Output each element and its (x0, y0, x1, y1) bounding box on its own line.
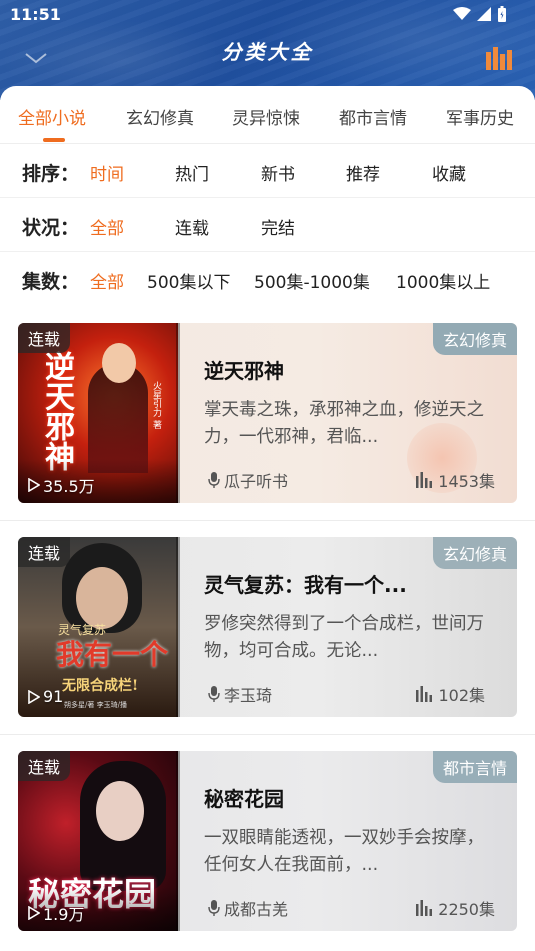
episodes-icon (416, 900, 433, 916)
tab-fantasy[interactable]: 玄幻修真 (126, 104, 194, 129)
book-description: 掌天毒之珠，承邪神之血，修逆天之力，一代邪神，君临... (204, 400, 484, 447)
cover-author: 朔多星/著 李玉琦/播 (64, 701, 127, 709)
cover-subtitle: 无限合成栏! (62, 678, 139, 694)
page-title: 分类大全 (221, 40, 314, 64)
narrator-name: 瓜子听书 (224, 472, 289, 491)
genre-badge: 都市言情 (432, 751, 517, 783)
book-card[interactable]: 灵气复苏 我有一个 无限合成栏! 朔多星/著 李玉琦/播 连载 91 玄幻修真 … (18, 537, 517, 717)
microphone-icon (208, 686, 220, 702)
status-bar: 11:51 (0, 0, 535, 30)
sort-option-new[interactable]: 新书 (261, 160, 295, 185)
book-title: 灵气复苏：我有一个... (204, 573, 407, 597)
wifi-icon (453, 7, 471, 20)
status-option-serial[interactable]: 连载 (175, 214, 209, 239)
status-badge: 连载 (18, 537, 71, 567)
divider (0, 734, 535, 735)
status-time: 11:51 (10, 5, 61, 24)
sort-option-hot[interactable]: 热门 (175, 160, 209, 185)
book-item[interactable]: 逆天邪神 火星引力 著 连载 35.5万 玄幻修真 逆天邪神 掌天毒之珠，承邪神… (0, 307, 535, 521)
battery-icon (498, 6, 506, 22)
book-cover[interactable]: 逆天邪神 火星引力 著 连载 35.5万 (18, 323, 178, 503)
signal-icon (477, 7, 491, 21)
tab-horror[interactable]: 灵异惊悚 (232, 104, 300, 129)
episode-count: 1453集 (416, 468, 495, 492)
book-cover[interactable]: 秘密花园 连载 1.9万 (18, 751, 178, 931)
cover-title: 我有一个 (56, 638, 169, 671)
status-icons (453, 6, 507, 22)
episodes-icon (416, 472, 433, 488)
episodes-filter-row: 集数： 全部 500集以下 500集-1000集 1000集以上 (0, 252, 535, 306)
play-icon (28, 689, 40, 704)
filter-panel: 全部小说 玄幻修真 灵异惊悚 都市言情 军事历史 排序： 时间 热门 新书 推荐… (0, 86, 535, 308)
book-cover[interactable]: 灵气复苏 我有一个 无限合成栏! 朔多星/著 李玉琦/播 连载 91 (18, 537, 178, 717)
episodes-option-500-1000[interactable]: 500集-1000集 (254, 268, 370, 293)
book-description: 一双眼睛能透视，一双妙手会按摩，任何女人在我面前，... (204, 828, 484, 875)
status-filter-row: 状况： 全部 连载 完结 (0, 198, 535, 252)
book-item[interactable]: 灵气复苏 我有一个 无限合成栏! 朔多星/著 李玉琦/播 连载 91 玄幻修真 … (0, 521, 535, 735)
book-card[interactable]: 秘密花园 连载 1.9万 都市言情 秘密花园 一双眼睛能透视，一双妙手会按摩，任… (18, 751, 517, 931)
episode-count-value: 1453集 (438, 472, 495, 491)
episodes-option-over-1000[interactable]: 1000集以上 (396, 268, 490, 293)
play-count-value: 91 (43, 687, 64, 706)
play-icon (28, 478, 40, 492)
narrator: 瓜子听书 (208, 468, 288, 492)
episode-count-value: 2250集 (438, 900, 495, 919)
episode-count: 102集 (416, 682, 485, 706)
play-count: 91 (28, 687, 63, 706)
sort-label: 排序： (22, 163, 80, 185)
book-description: 罗修突然得到了一个合成栏，世间万物，均可合成。无论... (204, 614, 484, 661)
play-icon (28, 906, 40, 920)
genre-badge: 玄幻修真 (432, 323, 517, 355)
microphone-icon (208, 900, 220, 916)
tab-all[interactable]: 全部小说 (18, 104, 86, 129)
tab-indicator (43, 138, 65, 142)
status-option-all[interactable]: 全部 (90, 214, 124, 239)
divider (0, 520, 535, 521)
book-item[interactable]: 秘密花园 连载 1.9万 都市言情 秘密花园 一双眼睛能透视，一双妙手会按摩，任… (0, 735, 535, 951)
status-badge: 连载 (18, 323, 71, 353)
cover-author: 火星引力 著 (151, 381, 161, 429)
status-badge: 连载 (18, 751, 71, 781)
episode-count: 2250集 (416, 896, 495, 920)
play-count-value: 35.5万 (43, 477, 95, 496)
episodes-option-under-500[interactable]: 500集以下 (147, 268, 230, 293)
book-title: 逆天邪神 (204, 359, 284, 383)
narrator-name: 成都古羌 (224, 900, 289, 919)
episodes-icon (416, 686, 433, 702)
category-tabs: 全部小说 玄幻修真 灵异惊悚 都市言情 军事历史 (0, 86, 535, 144)
book-card[interactable]: 逆天邪神 火星引力 著 连载 35.5万 玄幻修真 逆天邪神 掌天毒之珠，承邪神… (18, 323, 517, 503)
episodes-label: 集数： (22, 271, 80, 293)
narrator: 成都古羌 (208, 896, 288, 920)
sort-option-favorite[interactable]: 收藏 (432, 160, 466, 185)
cover-title: 逆天邪神 (39, 351, 74, 471)
book-title: 秘密花园 (204, 787, 284, 811)
narrator-name: 李玉琦 (224, 686, 273, 705)
sort-option-time[interactable]: 时间 (90, 160, 124, 185)
play-count: 35.5万 (28, 473, 95, 497)
status-option-complete[interactable]: 完结 (261, 214, 295, 239)
app-header: 11:51 分类大全 (0, 0, 535, 100)
narrator: 李玉琦 (208, 682, 272, 706)
sort-filter-row: 排序： 时间 热门 新书 推荐 收藏 (0, 144, 535, 198)
episodes-option-all[interactable]: 全部 (90, 268, 124, 293)
play-count-value: 1.9万 (43, 905, 85, 924)
status-label: 状况： (22, 217, 80, 239)
episode-count-value: 102集 (438, 686, 485, 705)
tab-military[interactable]: 军事历史 (446, 104, 514, 129)
microphone-icon (208, 472, 220, 488)
sort-option-recommend[interactable]: 推荐 (346, 160, 380, 185)
play-count: 1.9万 (28, 901, 84, 925)
tab-urban[interactable]: 都市言情 (339, 104, 407, 129)
ranking-icon[interactable] (485, 44, 513, 70)
genre-badge: 玄幻修真 (432, 537, 517, 569)
